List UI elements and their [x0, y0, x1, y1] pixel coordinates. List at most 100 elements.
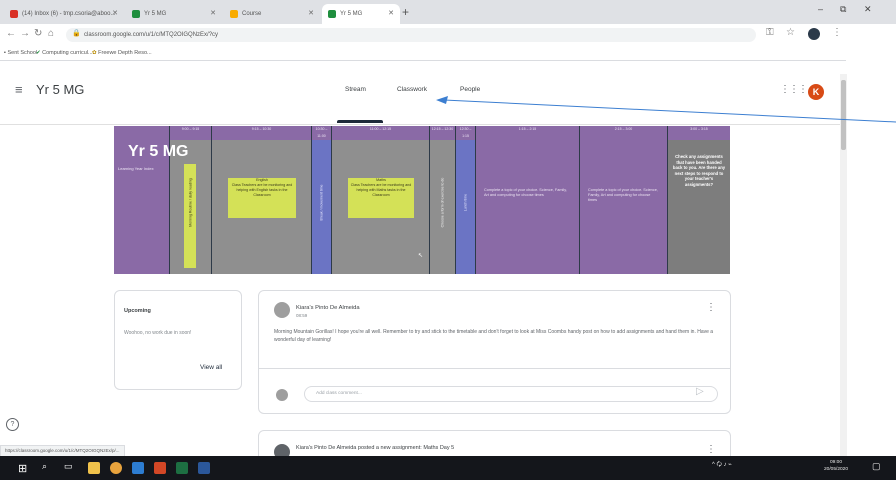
active-tab-indicator: [337, 120, 383, 123]
avatar: [274, 302, 290, 318]
excel-icon[interactable]: [176, 462, 188, 474]
clock-time: 09:00: [830, 460, 843, 465]
windows-start-icon[interactable]: ⊞: [18, 462, 27, 475]
divider: [259, 368, 730, 369]
class-banner: 9:00 – 9:15 Morning Routine / daily read…: [114, 126, 730, 274]
browser-tab-2[interactable]: Course ✕: [224, 4, 320, 24]
arrow-line: [443, 99, 896, 123]
lock-icon: 🔒: [72, 30, 81, 37]
banner-cell-text: Lunch time: [463, 193, 467, 212]
classroom-icon: [132, 10, 140, 18]
banner-cell-text: Break / movement time: [319, 184, 323, 221]
hamburger-menu-icon[interactable]: ≡: [15, 82, 23, 97]
annotation-arrow: [436, 96, 896, 123]
more-options-icon[interactable]: ⋮: [706, 302, 716, 313]
banner-column-body: Break / movement time: [312, 140, 331, 274]
notification-icon[interactable]: ▢: [872, 461, 881, 472]
banner-cell-text: English Class Teachers are be monitoring…: [228, 178, 296, 218]
menu-dots-icon[interactable]: ⋮: [832, 27, 842, 38]
browser-tab-label: (14) Inbox (6) - tmp.csoria@aboo...: [22, 11, 116, 17]
word-icon[interactable]: [198, 462, 210, 474]
leaf-icon: ✿: [92, 50, 97, 56]
browser-tab-0[interactable]: (14) Inbox (6) - tmp.csoria@aboo... ✕: [4, 4, 124, 24]
browser-tab-label: Course: [242, 11, 262, 17]
close-tab-icon[interactable]: ✕: [112, 4, 118, 24]
banner-cell-text: Morning Routine / daily reading: [188, 178, 192, 227]
post-title[interactable]: Kiara's Pinto De Almeida posted a new as…: [296, 445, 454, 451]
search-icon[interactable]: ⌕: [42, 461, 47, 472]
clock[interactable]: 09:00 20/05/2020: [824, 459, 848, 473]
powerpoint-icon[interactable]: [154, 462, 166, 474]
maximize-button[interactable]: ⧉: [840, 4, 846, 15]
cursor-icon: ↖: [418, 253, 424, 259]
banner-column-head: 9:00 – 9:15: [170, 126, 211, 140]
bookmark-item[interactable]: ✿ Freewe Depth Reso...: [92, 47, 152, 59]
system-tray[interactable]: ^ 🗘 ♪ ⌁: [712, 460, 732, 470]
banner-column-head: 9:15 – 10:30: [212, 126, 311, 140]
banner-column: 9:15 – 10:30 English Class Teachers are …: [212, 126, 312, 274]
banner-column: 12:30 – 1:15 Lunch time: [456, 126, 476, 274]
new-tab-button[interactable]: +: [402, 4, 416, 20]
banner-column-head: [114, 126, 169, 140]
store-icon[interactable]: [132, 462, 144, 474]
star-icon[interactable]: ☆: [786, 27, 795, 38]
bookmark-item[interactable]: ▪ Sent School: [4, 47, 37, 59]
browser-tab-3[interactable]: Yr 5 MG ✕: [322, 4, 400, 24]
bookmark-label: Sent School: [7, 50, 38, 56]
gmail-icon: [10, 10, 18, 18]
classroom-icon: [328, 10, 336, 18]
browser-tab-1[interactable]: Yr 5 MG ✕: [126, 4, 222, 24]
banner-column: 12:15 – 12:30 Choose a form of exercise …: [430, 126, 456, 274]
banner-column: 11:00 – 12:15 Maths Class Teachers are b…: [332, 126, 430, 274]
clock-date: 20/05/2020: [824, 467, 849, 472]
task-view-icon[interactable]: ▭: [64, 461, 73, 472]
banner-cell-text: Complete a topic of your choice. Science…: [484, 188, 567, 197]
comment-input[interactable]: [304, 386, 718, 402]
bookmark-item[interactable]: ✔ Computing curricul...: [36, 47, 93, 59]
close-tab-icon[interactable]: ✕: [210, 4, 216, 24]
minimize-button[interactable]: –: [818, 4, 823, 14]
banner-tag: Learning Year Index: [118, 166, 154, 171]
banner-column: 2:15 – 3:00 Complete a topic of your cho…: [580, 126, 668, 274]
class-title[interactable]: Yr 5 MG: [36, 82, 84, 97]
more-options-icon[interactable]: ⋮: [706, 444, 716, 455]
banner-cell-text: Complete a topic of your choice. Science…: [588, 188, 658, 202]
reload-icon[interactable]: ↻: [34, 28, 42, 39]
post-body: Morning Mountain Gorillas! I hope you're…: [274, 329, 714, 343]
browser-tab-label: Yr 5 MG: [144, 11, 167, 17]
apps-grid-icon[interactable]: ⋮⋮⋮: [780, 84, 808, 95]
view-all-link[interactable]: View all: [200, 364, 222, 371]
browser-tab-label: Yr 5 MG: [340, 11, 363, 17]
upcoming-card: [114, 290, 242, 390]
check-icon: ✔: [36, 50, 41, 56]
close-tab-icon[interactable]: ✕: [308, 4, 314, 24]
bookmark-label: Computing curricul...: [42, 50, 93, 56]
home-icon[interactable]: ⌂: [48, 28, 54, 39]
help-icon[interactable]: ?: [6, 418, 19, 431]
tab-classwork[interactable]: Classwork: [397, 86, 427, 93]
key-icon[interactable]: ⚿: [766, 27, 774, 38]
banner-column-head: 10:30 – 11:00: [312, 126, 331, 140]
forward-arrow-icon[interactable]: →: [20, 28, 30, 39]
banner-cell-text: Check any assignments that have been han…: [672, 154, 726, 187]
file-explorer-icon[interactable]: [88, 462, 100, 474]
banner-column: 10:30 – 11:00 Break / movement time: [312, 126, 332, 274]
back-arrow-icon[interactable]: ←: [6, 28, 16, 39]
chrome-icon[interactable]: [110, 462, 122, 474]
profile-icon[interactable]: [808, 28, 820, 40]
post-author: Kiara's Pinto De Almeida: [296, 305, 360, 311]
send-icon[interactable]: ▷: [696, 386, 704, 397]
upcoming-title: Upcoming: [124, 308, 151, 314]
url-text: classroom.google.com/u/1/c/MTQ2OIGQNzEx/…: [84, 32, 219, 38]
banner-column-body: Lunch time: [456, 140, 475, 274]
banner-column-body: Choose a form of exercise to do: [430, 140, 455, 274]
banner-cell-text: Maths Class Teachers are be monitoring a…: [348, 178, 414, 218]
tab-people[interactable]: People: [460, 86, 480, 93]
arrow-head: [436, 96, 448, 104]
bookmark-label: Freewe Depth Reso...: [98, 50, 152, 56]
tab-stream[interactable]: Stream: [345, 86, 366, 93]
banner-column: 3:00 – 3:15 Check any assignments that h…: [668, 126, 730, 274]
close-window-button[interactable]: ✕: [864, 4, 872, 15]
close-tab-icon[interactable]: ✕: [388, 4, 394, 24]
upcoming-text: Woohoo, no work due in soon!: [124, 330, 192, 336]
